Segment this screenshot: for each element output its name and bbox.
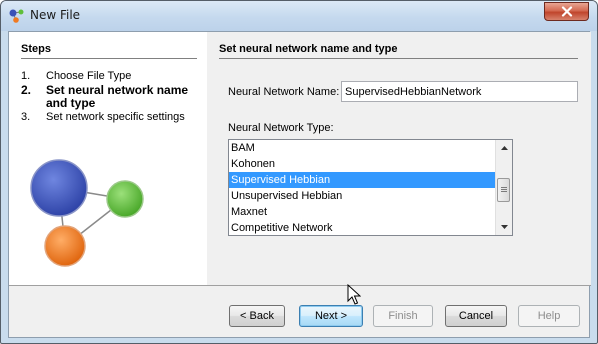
- panel-divider: [219, 58, 578, 59]
- network-type-list[interactable]: BAM Kohonen Supervised Hebbian Unsupervi…: [228, 139, 513, 236]
- mouse-cursor-icon: [347, 284, 361, 305]
- finish-button[interactable]: Finish: [373, 305, 433, 327]
- step-item: 1. Choose File Type: [21, 70, 201, 83]
- panel-title: Set neural network name and type: [219, 43, 398, 55]
- step-label: Set neural network name and type: [46, 83, 189, 110]
- close-icon: [561, 6, 572, 17]
- list-item-selected[interactable]: Supervised Hebbian: [229, 172, 495, 188]
- steps-list: 1. Choose File Type 2. Set neural networ…: [21, 70, 201, 125]
- arrow-down-icon: [500, 225, 508, 229]
- dialog-body: Steps 1. Choose File Type 2. Set neural …: [8, 31, 591, 338]
- app-icon: [9, 9, 24, 23]
- steps-title: Steps: [21, 43, 51, 55]
- cancel-button[interactable]: Cancel: [445, 305, 507, 327]
- list-item[interactable]: Competitive Network: [229, 220, 495, 235]
- step-item: 3. Set network specific settings: [21, 111, 201, 124]
- network-type-label: Neural Network Type:: [228, 122, 334, 134]
- scroll-down-button[interactable]: [496, 219, 512, 235]
- help-button[interactable]: Help: [518, 305, 580, 327]
- list-item[interactable]: Unsupervised Hebbian: [229, 188, 495, 204]
- list-item[interactable]: BAM: [229, 140, 495, 156]
- step-label: Set network specific settings: [46, 111, 185, 123]
- blue-node: [30, 159, 88, 217]
- orange-node: [44, 225, 86, 267]
- list-item[interactable]: Kohonen: [229, 156, 495, 172]
- scroll-up-button[interactable]: [496, 140, 512, 156]
- network-name-label: Neural Network Name:: [228, 86, 340, 98]
- title-bar[interactable]: New File: [1, 1, 597, 31]
- step-label: Choose File Type: [46, 70, 132, 82]
- step-number: 1.: [21, 70, 31, 82]
- step-number: 3.: [21, 111, 31, 123]
- content-panel: Set neural network name and type Neural …: [207, 32, 591, 285]
- close-button[interactable]: [544, 2, 589, 21]
- window-title: New File: [30, 8, 81, 22]
- network-name-input[interactable]: [341, 81, 578, 102]
- footer-divider: [9, 285, 591, 286]
- green-node: [106, 180, 144, 218]
- list-scrollbar[interactable]: [495, 140, 512, 235]
- step-item-current: 2. Set neural network name and type: [21, 84, 201, 110]
- list-item[interactable]: Maxnet: [229, 204, 495, 220]
- scroll-thumb[interactable]: [497, 178, 510, 202]
- arrow-up-icon: [500, 146, 508, 150]
- steps-panel: Steps 1. Choose File Type 2. Set neural …: [9, 32, 207, 285]
- next-button[interactable]: Next >: [299, 305, 363, 327]
- steps-divider: [21, 58, 197, 59]
- back-button[interactable]: < Back: [229, 305, 285, 327]
- network-illustration: [30, 159, 144, 267]
- new-file-dialog: New File Steps 1. Choose File Type 2. Se…: [0, 0, 598, 344]
- step-number: 2.: [21, 83, 32, 97]
